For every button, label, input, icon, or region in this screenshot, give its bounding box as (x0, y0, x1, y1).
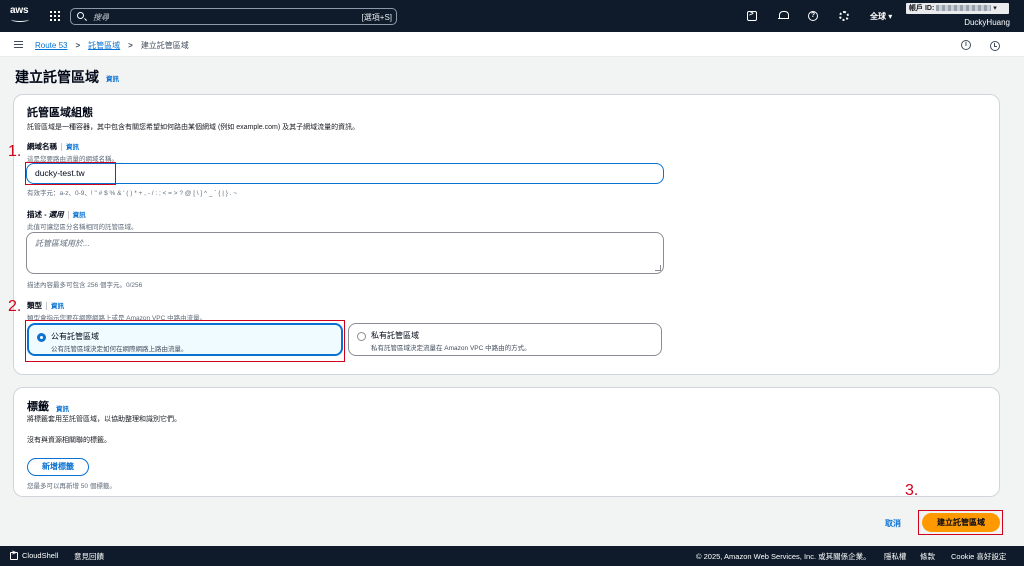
description-hint: 此值可讓您區分名稱相同的託管區域。 (27, 224, 138, 231)
menu-icon[interactable] (14, 41, 23, 48)
bell-icon[interactable] (778, 11, 789, 21)
tags-panel (13, 387, 1000, 497)
add-tag-button[interactable]: 新增標籤 (27, 458, 89, 476)
tags-description: 將標籤套用至託管區域，以協助整理和識別它們。 (27, 416, 181, 423)
config-heading: 託管區域組態 (27, 107, 93, 119)
chevron-right-icon: > (75, 41, 81, 50)
breadcrumb-current: 建立託管區域 (140, 41, 189, 50)
radio-unselected-icon[interactable] (357, 332, 366, 341)
description-placeholder: 託管區域用於... (35, 239, 90, 248)
private-zone-title: 私有託管區域 (371, 331, 419, 340)
annotation-box-create (918, 510, 1003, 535)
annotation-box-domain (25, 162, 116, 185)
description-optional: 選用 (48, 210, 64, 219)
breadcrumb: Route 53 > 託管區域 > 建立託管區域 (35, 40, 189, 51)
username[interactable]: DuckyHuang (964, 18, 1010, 27)
type-info-link[interactable]: 資訊 (51, 303, 64, 310)
services-grid-icon[interactable] (50, 11, 60, 21)
page-info-link[interactable]: 資訊 (106, 73, 119, 83)
domain-name-input[interactable]: ducky-test.tw (26, 163, 664, 184)
private-hosted-zone-option[interactable]: 私有託管區域 私有託管區域決定流量在 Amazon VPC 中路由的方式。 (348, 323, 662, 356)
breadcrumb-hosted-zones[interactable]: 託管區域 (88, 40, 120, 51)
domain-name-label: 網域名稱 資訊 (27, 141, 79, 152)
type-label-text: 類型 (27, 301, 42, 310)
account-id-redacted (936, 5, 992, 12)
account-menu[interactable]: 帳戶 ID: ▾ (906, 3, 1009, 14)
account-id-label: 帳戶 ID: (909, 5, 935, 12)
cloudshell-icon[interactable] (747, 9, 757, 21)
type-label: 類型 資訊 (27, 300, 64, 311)
clock-icon[interactable] (990, 41, 1000, 51)
cancel-button[interactable]: 取消 (885, 518, 901, 529)
breadcrumb-bar: Route 53 > 託管區域 > 建立託管區域 i (0, 32, 1024, 57)
tags-empty-message: 沒有與資源相關聯的標籤。 (27, 437, 111, 444)
cloudshell-icon[interactable] (10, 550, 18, 560)
footer-cookie-link[interactable]: Cookie 喜好設定 (951, 551, 1006, 562)
description-counter: 描述內容最多可包含 256 個字元。0/256 (27, 282, 143, 289)
annotation-number-1: 1. (8, 143, 22, 160)
search-input[interactable]: 搜尋 [選項+S] (70, 8, 397, 25)
private-zone-desc: 私有託管區域決定流量在 Amazon VPC 中路由的方式。 (371, 345, 531, 352)
account-caret-icon: ▾ (993, 5, 997, 12)
description-label-text: 描述 - (27, 210, 49, 219)
domain-info-link[interactable]: 資訊 (66, 144, 79, 151)
page-title: 建立託管區域 (15, 69, 99, 85)
region-selector[interactable]: 全球 ▾ (870, 11, 892, 22)
footer: CloudShell 意見回饋 © 2025, Amazon Web Servi… (0, 546, 1024, 566)
resize-handle-icon[interactable] (655, 265, 661, 271)
description-info-link[interactable]: 資訊 (73, 212, 86, 219)
footer-terms-link[interactable]: 條款 (920, 551, 935, 562)
search-placeholder: 搜尋 (93, 13, 109, 22)
aws-logo[interactable]: aws (10, 5, 32, 25)
footer-copyright: © 2025, Amazon Web Services, Inc. 或其關係企業… (696, 552, 871, 561)
help-icon[interactable]: ? (808, 11, 818, 21)
chevron-right-icon: > (128, 41, 133, 50)
footer-feedback-link[interactable]: 意見回饋 (74, 551, 104, 562)
top-navigation: aws 搜尋 [選項+S] ? 全球 ▾ 帳戶 ID: ▾ DuckyHuang (0, 0, 1024, 32)
domain-name-label-text: 網域名稱 (27, 142, 57, 151)
annotation-box-type (25, 320, 345, 362)
description-textarea[interactable]: 託管區域用於... (26, 232, 664, 274)
tags-heading: 標籤 (27, 401, 49, 413)
config-description: 託管區域是一種容器，其中包含有關您希望如何路由某個網域 (例如 example.… (27, 124, 360, 131)
annotation-number-2: 2. (8, 298, 22, 315)
search-shortcut: [選項+S] (361, 13, 392, 22)
footer-cloudshell-link[interactable]: CloudShell (22, 551, 58, 560)
domain-valid-chars: 有效字元：a-z、0-9、! " # $ % & ' ( ) * + , - /… (27, 190, 238, 197)
annotation-number-3: 3. (905, 482, 919, 499)
tags-info-link[interactable]: 資訊 (56, 403, 69, 413)
search-icon (77, 12, 84, 19)
gear-icon[interactable] (839, 11, 849, 21)
description-label: 描述 - 選用 資訊 (27, 209, 86, 220)
tags-limit-hint: 您最多可以再新增 50 個標籤。 (27, 483, 116, 490)
info-icon[interactable]: i (961, 40, 971, 50)
footer-privacy-link[interactable]: 隱私權 (884, 551, 907, 562)
breadcrumb-route53[interactable]: Route 53 (35, 41, 67, 50)
